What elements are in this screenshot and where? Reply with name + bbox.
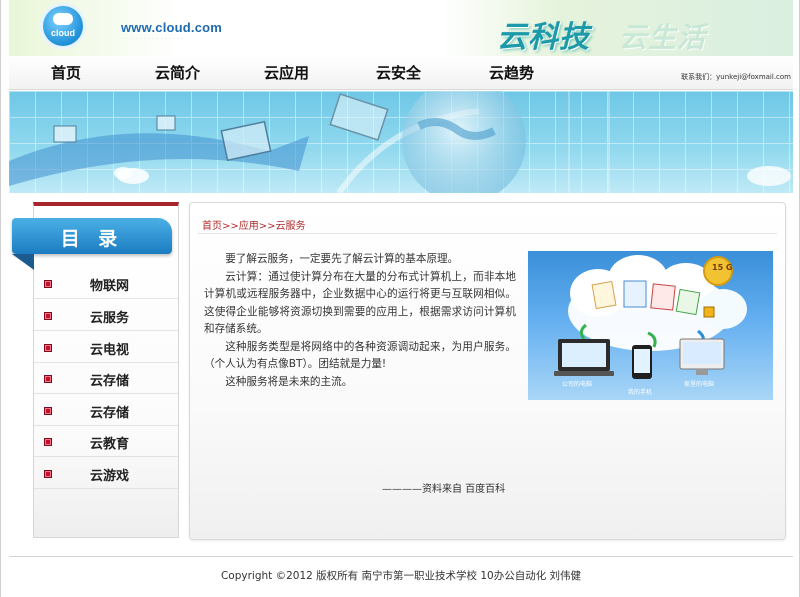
square-bullet-icon: [44, 344, 52, 352]
sidebar-item-label: 云电视: [90, 343, 130, 358]
sidebar-item-label: 云游戏: [90, 469, 130, 484]
square-bullet-icon: [44, 280, 52, 288]
article-paragraph: 云计算：通过使计算分布在大量的分布式计算机上，而非本地计算机或远程服务器中，企业…: [204, 270, 516, 336]
site-url-decoration: · · · · · · · · · · · · · · ·: [123, 36, 184, 42]
contact-info: 联系我们：yunkeji@foxmail.com: [681, 73, 791, 81]
sidebar-item-label: 物联网: [90, 279, 130, 294]
illustration-caption: 公司的电脑: [562, 381, 593, 388]
menu-title: 目 录: [60, 228, 124, 250]
sidebar-item-iot[interactable]: 物联网: [34, 268, 178, 299]
sidebar-item-cloud-tv[interactable]: 云电视: [34, 332, 178, 363]
site-header: cloud www.cloud.com · · · · · · · · · · …: [9, 0, 793, 56]
square-bullet-icon: [44, 407, 52, 415]
article-paragraph: 这种服务类型是将网络中的各种资源调动起来，为用户服务。（个人认为有点像BT）。团…: [204, 340, 516, 371]
logo-text: cloud: [51, 28, 75, 38]
sidebar-item-label: 云教育: [90, 437, 130, 452]
illustration-caption: 家里的电脑: [684, 381, 715, 388]
sidebar-item-cloud-education[interactable]: 云教育: [34, 426, 178, 457]
logo[interactable]: cloud: [43, 6, 83, 46]
page: cloud www.cloud.com · · · · · · · · · · …: [0, 0, 800, 597]
menu-title-bar: 目 录: [12, 218, 172, 254]
sidebar-item-cloud-service[interactable]: 云服务: [34, 300, 178, 331]
square-bullet-icon: [44, 375, 52, 383]
sidebar-item-label: 云存储: [90, 374, 130, 389]
main-nav: 首页 云简介 云应用 云安全 云趋势 联系我们：yunkeji@foxmail.…: [9, 56, 793, 90]
nav-item-apps[interactable]: 云应用: [264, 62, 309, 83]
divider: [198, 233, 777, 234]
banner-title: 云科技: [497, 20, 590, 55]
cloud-service-illustration: 15 G 公司的电脑 我的手机 家里的电脑: [528, 251, 773, 400]
sidebar-item-cloud-storage[interactable]: 云存储: [34, 363, 178, 394]
article-paragraph: 要了解云服务，一定要先了解云计算的基本原理。: [225, 253, 459, 265]
hero-banner: [9, 91, 793, 193]
site-url[interactable]: www.cloud.com: [121, 20, 222, 35]
illustration-caption: 我的手机: [628, 389, 653, 396]
nav-item-intro[interactable]: 云简介: [155, 62, 200, 83]
footer-copyright: Copyright ©2012 版权所有 南宁市第一职业技术学校 10办公自动化…: [220, 570, 582, 582]
cloud-devices-artwork: [554, 255, 747, 379]
source-note: ————资料来自 百度百科: [382, 484, 506, 495]
main-content: 首页>>应用>>云服务 要了解云服务，一定要先了解云计算的基本原理。 云计算：通…: [189, 202, 786, 540]
hero-artwork: [9, 91, 793, 193]
cloud-icon: [53, 13, 73, 25]
menu-title-fold: [12, 254, 34, 270]
footer-divider: [9, 556, 793, 557]
sidebar-item-label: 云存储: [90, 406, 130, 421]
nav-item-trends[interactable]: 云趋势: [489, 62, 534, 83]
storage-badge: 15 G: [712, 263, 733, 272]
article-body: 要了解云服务，一定要先了解云计算的基本原理。 云计算：通过使计算分布在大量的分布…: [204, 251, 516, 391]
square-bullet-icon: [44, 470, 52, 478]
banner-title-secondary: 云生活: [619, 21, 707, 54]
square-bullet-icon: [44, 438, 52, 446]
sidebar-item-cloud-storage-2[interactable]: 云存储: [34, 395, 178, 426]
article-paragraph: 这种服务将是未来的主流。: [225, 375, 353, 388]
sidebar-item-cloud-games[interactable]: 云游戏: [34, 458, 178, 489]
nav-item-security[interactable]: 云安全: [376, 62, 421, 83]
square-bullet-icon: [44, 312, 52, 320]
nav-item-home[interactable]: 首页: [51, 62, 81, 83]
sidebar-menu: 目 录 物联网 云服务 云电视 云存储 云存储 云教育 云游戏: [12, 202, 179, 538]
sidebar-item-label: 云服务: [90, 311, 130, 326]
breadcrumb[interactable]: 首页>>应用>>云服务: [202, 217, 306, 232]
